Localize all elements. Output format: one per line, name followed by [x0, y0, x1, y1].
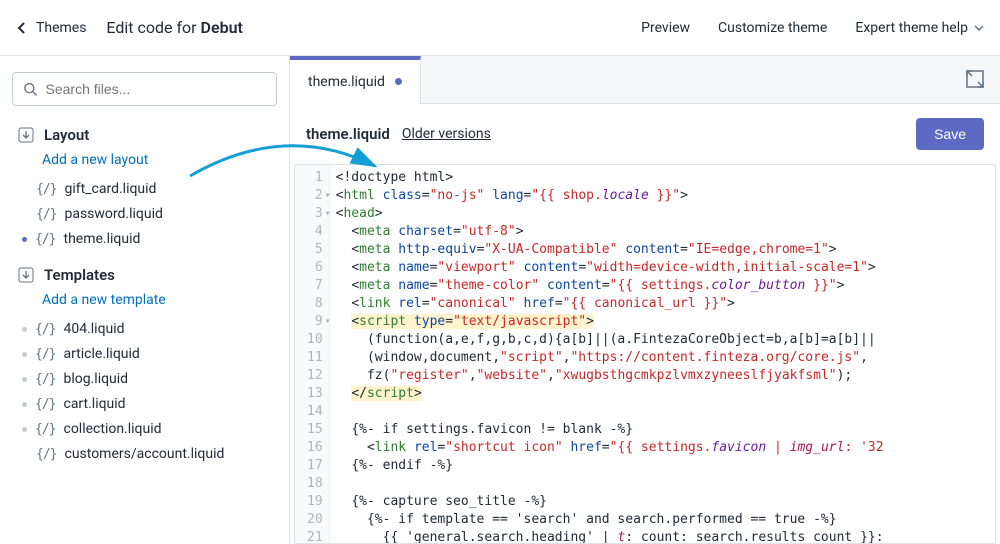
liquid-file-icon: {/}	[35, 422, 55, 437]
file-name-label: cart.liquid	[63, 396, 125, 412]
back-label: Themes	[36, 20, 86, 36]
code-content[interactable]: <!doctype html><html class="no-js" lang=…	[330, 165, 995, 543]
chevron-left-icon	[16, 22, 28, 34]
file-sidebar: Layout Add a new layout {/} gift_card.liq…	[0, 56, 290, 544]
file-item[interactable]: {/} password.liquid	[36, 203, 277, 225]
file-name-label: gift_card.liquid	[64, 181, 156, 197]
file-item[interactable]: {/} 404.liquid	[22, 318, 277, 340]
modified-dot-icon	[22, 237, 27, 242]
file-name-label: article.liquid	[63, 346, 139, 362]
file-item[interactable]: {/} gift_card.liquid	[36, 178, 277, 200]
layout-section-header: Layout	[18, 126, 277, 144]
modified-dot-icon	[22, 427, 27, 432]
search-input[interactable]	[46, 81, 266, 97]
file-name-label: collection.liquid	[63, 421, 161, 437]
file-item[interactable]: {/} cart.liquid	[22, 393, 277, 415]
expand-icon[interactable]	[964, 68, 986, 90]
liquid-file-icon: {/}	[35, 322, 55, 337]
file-item[interactable]: {/} customers/account.liquid	[36, 443, 277, 465]
templates-section-header: Templates	[18, 266, 277, 284]
search-icon	[23, 81, 38, 97]
search-files-box[interactable]	[12, 72, 277, 106]
modified-dot-icon	[22, 327, 27, 332]
download-icon	[18, 267, 34, 283]
liquid-file-icon: {/}	[35, 232, 55, 247]
file-name-label: theme.liquid	[63, 231, 140, 247]
unsaved-dot-icon	[395, 78, 402, 85]
file-item[interactable]: {/} article.liquid	[22, 343, 277, 365]
liquid-file-icon: {/}	[35, 397, 55, 412]
modified-dot-icon	[22, 377, 27, 382]
file-name-label: 404.liquid	[63, 321, 124, 337]
expert-help-dropdown[interactable]: Expert theme help	[855, 20, 984, 36]
chevron-down-icon	[974, 25, 984, 31]
tab-label: theme.liquid	[308, 74, 385, 90]
code-editor[interactable]: 12▾3▾456789▾1011121314151617181920212223…	[294, 164, 996, 544]
preview-link[interactable]: Preview	[641, 20, 690, 36]
liquid-file-icon: {/}	[36, 447, 56, 462]
editor-tabs: theme.liquid	[290, 56, 1000, 104]
download-icon	[18, 127, 34, 143]
liquid-file-icon: {/}	[35, 347, 55, 362]
back-to-themes[interactable]: Themes	[16, 20, 86, 36]
modified-dot-icon	[22, 402, 27, 407]
liquid-file-icon: {/}	[36, 207, 56, 222]
line-gutter: 12▾3▾456789▾1011121314151617181920212223…	[295, 165, 330, 543]
save-button[interactable]: Save	[916, 118, 984, 150]
older-versions-link[interactable]: Older versions	[402, 126, 491, 142]
liquid-file-icon: {/}	[36, 182, 56, 197]
file-name-label: blog.liquid	[63, 371, 128, 387]
file-item[interactable]: {/} theme.liquid	[22, 228, 277, 250]
liquid-file-icon: {/}	[35, 372, 55, 387]
add-layout-link[interactable]: Add a new layout	[42, 152, 277, 168]
file-item[interactable]: {/} collection.liquid	[22, 418, 277, 440]
editor-area: theme.liquid theme.liquid Older versions…	[290, 56, 1000, 544]
modified-dot-icon	[22, 352, 27, 357]
tab-theme-liquid[interactable]: theme.liquid	[290, 56, 421, 104]
file-name-label: customers/account.liquid	[64, 446, 224, 462]
file-name: theme.liquid	[306, 125, 390, 143]
add-template-link[interactable]: Add a new template	[42, 292, 277, 308]
page-title: Edit code for Debut	[106, 18, 242, 37]
file-name-label: password.liquid	[64, 206, 162, 222]
file-item[interactable]: {/} blog.liquid	[22, 368, 277, 390]
customize-theme-link[interactable]: Customize theme	[718, 20, 827, 36]
